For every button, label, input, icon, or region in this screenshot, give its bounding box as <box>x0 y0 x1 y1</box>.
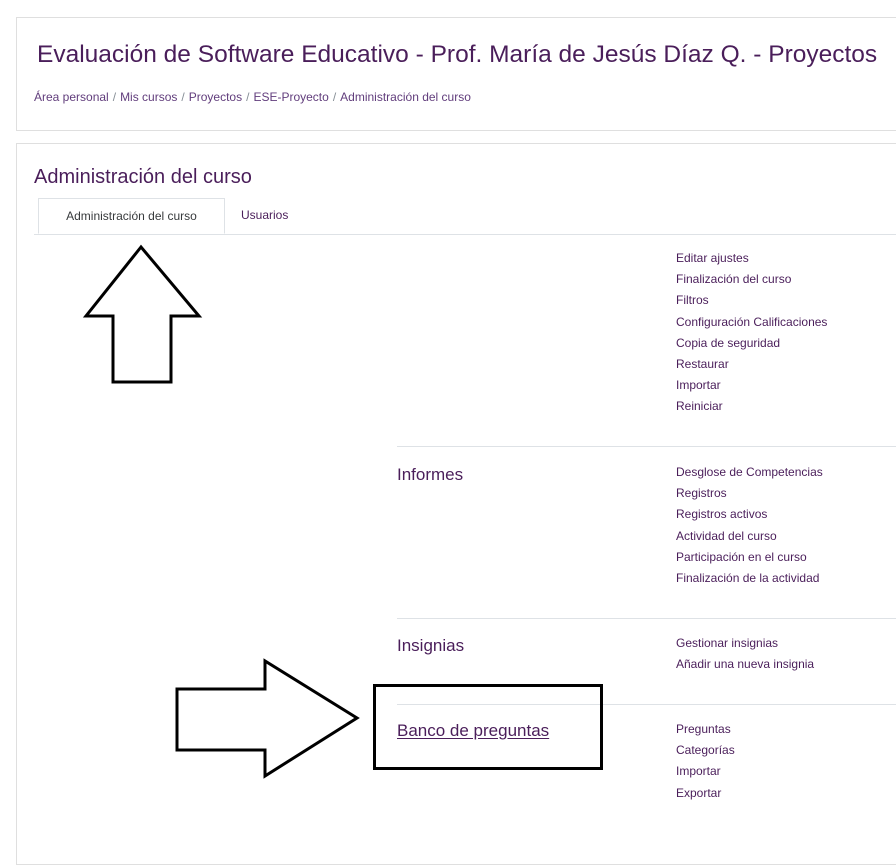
right-arrow-annotation <box>175 658 360 779</box>
highlight-box-annotation <box>373 684 603 770</box>
up-arrow-annotation <box>82 244 203 384</box>
tab-administracion-del-curso[interactable]: Administración del curso <box>38 198 225 234</box>
